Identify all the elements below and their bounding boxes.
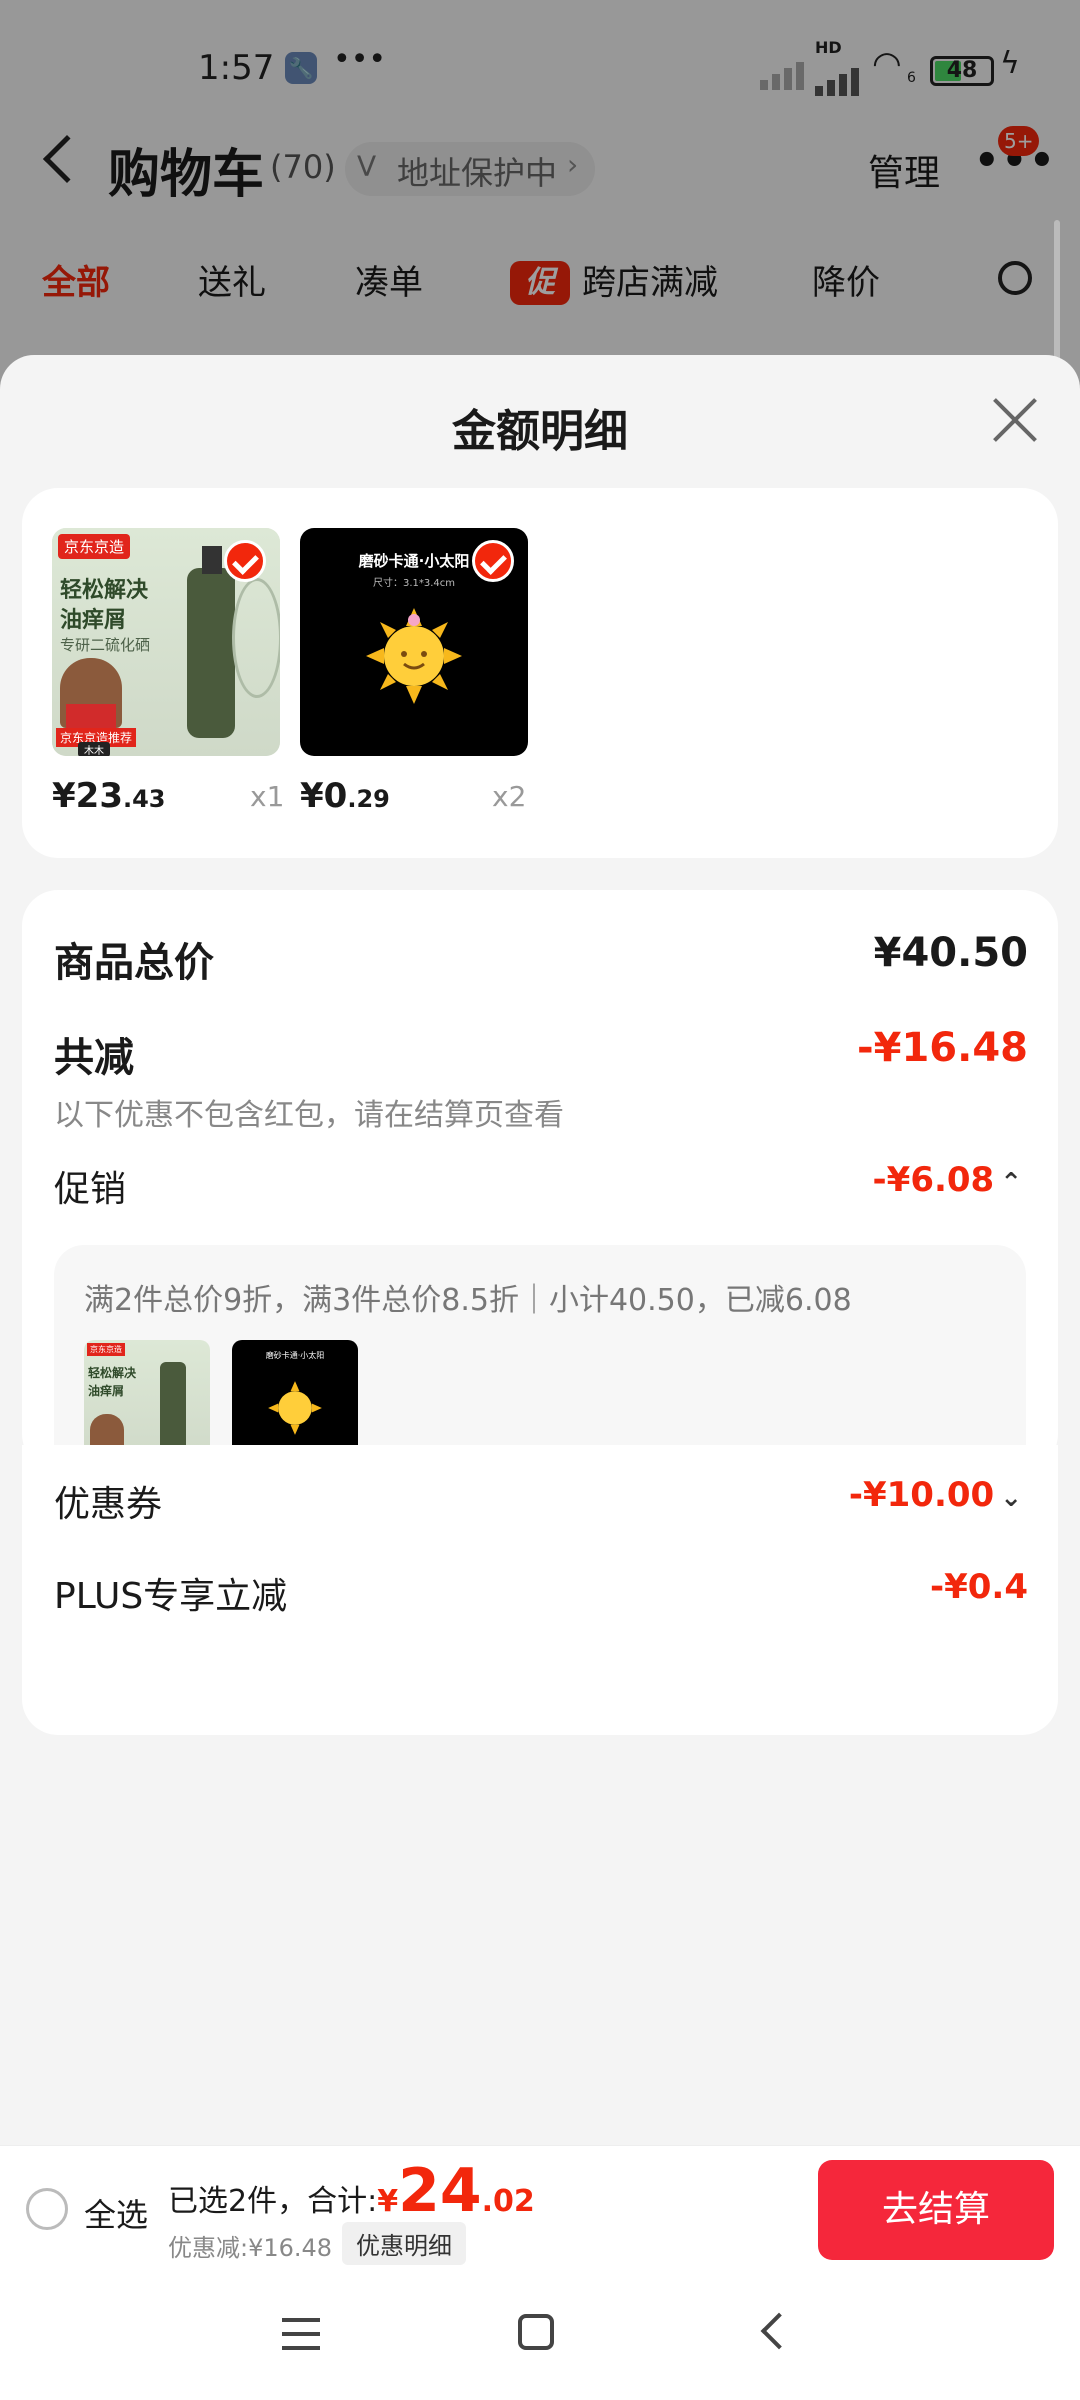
thumb-name: 木木 bbox=[78, 742, 110, 756]
select-all-label[interactable]: 全选 bbox=[84, 2190, 148, 2236]
home-icon[interactable] bbox=[518, 2314, 554, 2350]
item-checked-icon bbox=[224, 540, 266, 582]
promo-toggle[interactable]: -¥6.08 ⌃ bbox=[873, 1160, 1022, 1200]
checkout-bar: 全选 已选2件，合计:¥24.02 优惠减:¥16.48 优惠明细 去结算 bbox=[0, 2145, 1080, 2270]
plus-discount-value: -¥0.4 bbox=[930, 1567, 1028, 1607]
bottle-pump bbox=[202, 546, 222, 574]
discount-value: -¥16.48 bbox=[857, 1025, 1028, 1071]
promo-value: -¥6.08 bbox=[872, 1160, 995, 1200]
sheet-title: 金额明细 bbox=[452, 406, 628, 457]
discount-note: 以下优惠不包含红包，请在结算页查看 bbox=[54, 1098, 564, 1133]
coupon-value: -¥10.00 bbox=[848, 1475, 995, 1515]
bottle-image bbox=[187, 568, 235, 738]
selected-total: 已选2件，合计:¥24.02 bbox=[168, 2156, 535, 2226]
plus-discount-label: PLUS专享立减 bbox=[54, 1576, 288, 1617]
thumb-line1: 轻松解决 bbox=[60, 578, 149, 603]
amount-detail-sheet: 金额明细 京东京造 轻松解决 油痒屑 专研二硫化硒 京东京造推荐 木木 ¥23.… bbox=[0, 355, 1080, 2270]
thumb-line2: 油痒屑 bbox=[60, 608, 127, 633]
chevron-up-icon: ⌃ bbox=[1000, 1168, 1022, 1198]
item-checked-icon bbox=[472, 540, 514, 582]
mirror-image bbox=[232, 578, 280, 698]
selected-text: 已选2件，合计: bbox=[168, 2184, 378, 2219]
price-summary-card-lower: 优惠券 -¥10.00 ⌄ PLUS专享立减 -¥0.4 bbox=[22, 1445, 1058, 1735]
back-icon[interactable] bbox=[760, 2312, 798, 2350]
discount-detail-button[interactable]: 优惠明细 bbox=[342, 2222, 466, 2265]
total-label: 商品总价 bbox=[54, 940, 214, 986]
promo-detail-text: 满2件总价9折，满3件总价8.5折｜小计40.50，已减6.08 bbox=[84, 1283, 852, 1318]
checkout-button[interactable]: 去结算 bbox=[818, 2160, 1054, 2260]
item-price: ¥0.29 bbox=[300, 776, 390, 816]
promo-label: 促销 bbox=[54, 1169, 127, 1210]
menu-icon[interactable] bbox=[282, 2318, 320, 2350]
saved-amount: 优惠减:¥16.48 bbox=[168, 2234, 333, 2262]
item-quantity: x2 bbox=[492, 780, 527, 813]
price-summary-card: 商品总价 ¥40.50 共减 -¥16.48 以下优惠不包含红包，请在结算页查看… bbox=[22, 890, 1058, 1507]
item-quantity: x1 bbox=[250, 780, 285, 813]
discount-label: 共减 bbox=[54, 1035, 134, 1081]
coupon-label: 优惠券 bbox=[54, 1484, 163, 1525]
close-icon[interactable] bbox=[990, 395, 1040, 445]
sun-toy-icon bbox=[366, 608, 462, 704]
coupon-toggle[interactable]: -¥10.00 ⌄ bbox=[849, 1475, 1022, 1515]
thumb-brand-tag: 京东京造 bbox=[58, 534, 131, 559]
item-thumbnail-shampoo[interactable]: 京东京造 轻松解决 油痒屑 专研二硫化硒 京东京造推荐 木木 bbox=[52, 528, 280, 756]
system-nav-bar bbox=[0, 2270, 1080, 2400]
total-amount: 24 bbox=[398, 2156, 482, 2226]
selected-items-card: 京东京造 轻松解决 油痒屑 专研二硫化硒 京东京造推荐 木木 ¥23.43 x1… bbox=[22, 488, 1058, 858]
total-value: ¥40.50 bbox=[873, 930, 1028, 976]
thumb-line3: 专研二硫化硒 bbox=[60, 636, 151, 654]
chevron-down-icon: ⌄ bbox=[1000, 1483, 1022, 1513]
item-price: ¥23.43 bbox=[52, 776, 166, 816]
select-all-checkbox[interactable] bbox=[26, 2188, 68, 2230]
item-thumbnail-sun[interactable]: 磨砂卡通·小太阳 尺寸：3.1*3.4cm bbox=[300, 528, 528, 756]
